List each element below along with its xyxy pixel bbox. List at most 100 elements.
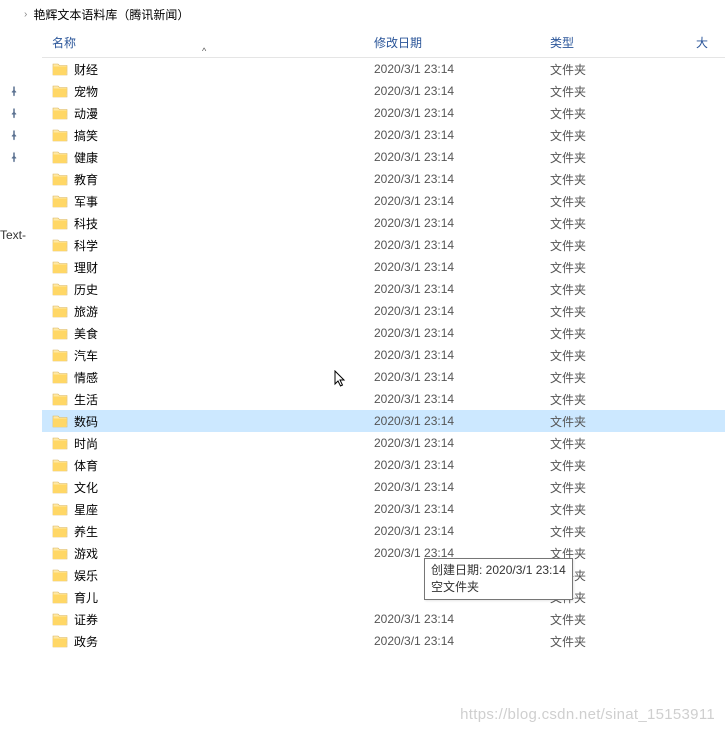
folder-row[interactable]: 娱乐文件夹 <box>42 564 725 586</box>
column-header-size[interactable]: 大 <box>696 34 725 51</box>
folder-icon <box>52 194 68 208</box>
folder-icon <box>52 436 68 450</box>
pinned-item[interactable] <box>0 102 42 124</box>
folder-row[interactable]: 财经2020/3/1 23:14文件夹 <box>42 58 725 80</box>
folder-date: 2020/3/1 23:14 <box>374 194 550 208</box>
folder-icon <box>52 106 68 120</box>
folder-row[interactable]: 养生2020/3/1 23:14文件夹 <box>42 520 725 542</box>
folder-row[interactable]: 理财2020/3/1 23:14文件夹 <box>42 256 725 278</box>
folder-type: 文件夹 <box>550 325 696 342</box>
folder-date: 2020/3/1 23:14 <box>374 414 550 428</box>
pinned-item[interactable] <box>0 80 42 102</box>
folder-row[interactable]: 动漫2020/3/1 23:14文件夹 <box>42 102 725 124</box>
folder-name: 情感 <box>74 369 98 386</box>
folder-row[interactable]: 科学2020/3/1 23:14文件夹 <box>42 234 725 256</box>
folder-row[interactable]: 教育2020/3/1 23:14文件夹 <box>42 168 725 190</box>
folder-name: 育儿 <box>74 589 98 606</box>
folder-icon <box>52 524 68 538</box>
nav-text-label[interactable]: -Text- <box>0 228 26 242</box>
folder-icon <box>52 590 68 604</box>
folder-icon <box>52 326 68 340</box>
folder-icon <box>52 502 68 516</box>
folder-row[interactable]: 汽车2020/3/1 23:14文件夹 <box>42 344 725 366</box>
folder-row[interactable]: 数码2020/3/1 23:14文件夹 <box>42 410 725 432</box>
folder-date: 2020/3/1 23:14 <box>374 84 550 98</box>
folder-icon <box>52 282 68 296</box>
folder-type: 文件夹 <box>550 501 696 518</box>
file-list-pane: 名称 ^ 修改日期 类型 大 财经2020/3/1 23:14文件夹宠物2020… <box>42 28 725 741</box>
folder-name: 理财 <box>74 259 98 276</box>
pinned-item[interactable] <box>0 146 42 168</box>
folder-date: 2020/3/1 23:14 <box>374 480 550 494</box>
folder-row[interactable]: 美食 2020/3/1 23:14文件夹 <box>42 322 725 344</box>
folder-type: 文件夹 <box>550 259 696 276</box>
folder-date: 2020/3/1 23:14 <box>374 128 550 142</box>
folder-icon <box>52 150 68 164</box>
folder-type: 文件夹 <box>550 237 696 254</box>
folder-name: 养生 <box>74 523 98 540</box>
folder-row[interactable]: 证券2020/3/1 23:14文件夹 <box>42 608 725 630</box>
folder-name: 旅游 <box>74 303 98 320</box>
pin-icon <box>8 151 20 163</box>
folder-row[interactable]: 时尚2020/3/1 23:14文件夹 <box>42 432 725 454</box>
folder-row[interactable]: 搞笑2020/3/1 23:14文件夹 <box>42 124 725 146</box>
pinned-item[interactable] <box>0 124 42 146</box>
folder-row[interactable]: 旅游2020/3/1 23:14文件夹 <box>42 300 725 322</box>
folder-row[interactable]: 政务2020/3/1 23:14文件夹 <box>42 630 725 652</box>
quick-access-item[interactable] <box>0 58 42 80</box>
folder-date: 2020/3/1 23:14 <box>374 612 550 626</box>
folder-date: 2020/3/1 23:14 <box>374 370 550 384</box>
folder-type: 文件夹 <box>550 611 696 628</box>
folder-type: 文件夹 <box>550 215 696 232</box>
folder-type: 文件夹 <box>550 589 696 606</box>
folder-row[interactable]: 游戏2020/3/1 23:14文件夹 <box>42 542 725 564</box>
folder-type: 文件夹 <box>550 457 696 474</box>
folder-name: 星座 <box>74 501 98 518</box>
folder-date: 2020/3/1 23:14 <box>374 282 550 296</box>
column-header-name[interactable]: 名称 ^ <box>52 34 374 51</box>
folder-name: 军事 <box>74 193 98 210</box>
folder-name: 动漫 <box>74 105 98 122</box>
folder-name: 历史 <box>74 281 98 298</box>
folder-icon <box>52 370 68 384</box>
pin-icon <box>8 107 20 119</box>
folder-date: 2020/3/1 23:14 <box>374 458 550 472</box>
folder-date: 2020/3/1 23:14 <box>374 326 550 340</box>
file-list: 财经2020/3/1 23:14文件夹宠物2020/3/1 23:14文件夹动漫… <box>42 58 725 652</box>
folder-date: 2020/3/1 23:14 <box>374 502 550 516</box>
folder-name: 汽车 <box>74 347 98 364</box>
folder-row[interactable]: 文化2020/3/1 23:14文件夹 <box>42 476 725 498</box>
breadcrumb[interactable]: › 艳辉文本语料库（腾讯新闻） <box>0 0 725 28</box>
folder-row[interactable]: 情感 2020/3/1 23:14文件夹 <box>42 366 725 388</box>
folder-icon <box>52 84 68 98</box>
folder-name: 科技 <box>74 215 98 232</box>
folder-row[interactable]: 星座 2020/3/1 23:14文件夹 <box>42 498 725 520</box>
folder-icon <box>52 238 68 252</box>
folder-type: 文件夹 <box>550 567 696 584</box>
folder-type: 文件夹 <box>550 545 696 562</box>
folder-type: 文件夹 <box>550 435 696 452</box>
folder-row[interactable]: 科技2020/3/1 23:14文件夹 <box>42 212 725 234</box>
folder-row[interactable]: 育儿 文件夹 <box>42 586 725 608</box>
column-header-date[interactable]: 修改日期 <box>374 34 550 51</box>
folder-date: 2020/3/1 23:14 <box>374 634 550 648</box>
folder-type: 文件夹 <box>550 127 696 144</box>
folder-row[interactable]: 军事 2020/3/1 23:14文件夹 <box>42 190 725 212</box>
folder-icon <box>52 414 68 428</box>
folder-date: 2020/3/1 23:14 <box>374 106 550 120</box>
folder-row[interactable]: 宠物2020/3/1 23:14文件夹 <box>42 80 725 102</box>
column-header-type[interactable]: 类型 <box>550 34 696 51</box>
folder-type: 文件夹 <box>550 413 696 430</box>
breadcrumb-current[interactable]: 艳辉文本语料库（腾讯新闻） <box>33 6 189 23</box>
folder-row[interactable]: 体育2020/3/1 23:14文件夹 <box>42 454 725 476</box>
folder-type: 文件夹 <box>550 193 696 210</box>
folder-row[interactable]: 健康2020/3/1 23:14文件夹 <box>42 146 725 168</box>
folder-row[interactable]: 历史2020/3/1 23:14文件夹 <box>42 278 725 300</box>
folder-date: 2020/3/1 23:14 <box>374 304 550 318</box>
folder-row[interactable]: 生活2020/3/1 23:14文件夹 <box>42 388 725 410</box>
folder-type: 文件夹 <box>550 369 696 386</box>
folder-icon <box>52 304 68 318</box>
folder-icon <box>52 348 68 362</box>
folder-name: 美食 <box>74 325 98 342</box>
folder-date: 2020/3/1 23:14 <box>374 348 550 362</box>
